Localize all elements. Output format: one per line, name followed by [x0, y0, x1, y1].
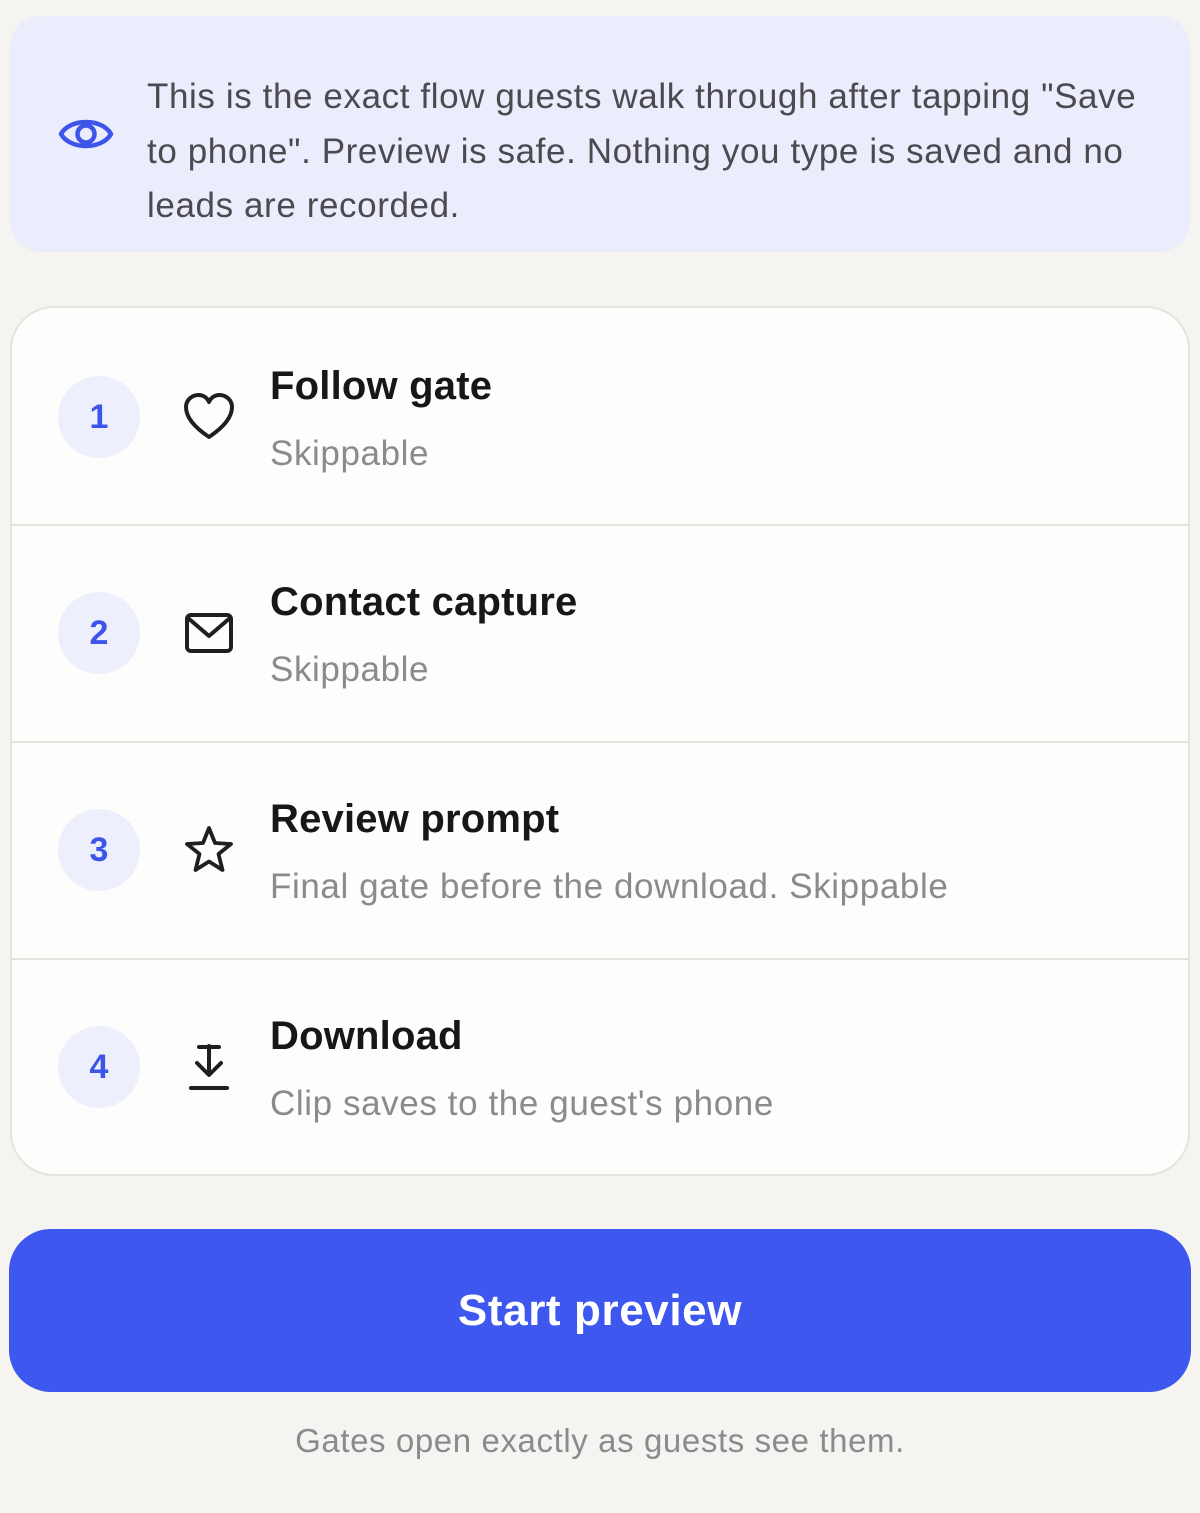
- download-icon: [189, 1044, 229, 1090]
- preview-page: This is the exact flow guests walk throu…: [0, 0, 1200, 1513]
- step-title: Download: [270, 1014, 463, 1058]
- step-description: Skippable: [270, 434, 430, 473]
- steps-list: 1 Follow gate Skippable 2 Contact captur…: [10, 306, 1190, 1176]
- list-item-step-3: 3 Review prompt Final gate before the do…: [12, 741, 1188, 958]
- step-number-badge: 3: [58, 809, 140, 891]
- step-description: Skippable: [270, 650, 430, 689]
- step-title: Review prompt: [270, 797, 560, 841]
- eye-icon: [58, 119, 114, 149]
- step-title: Contact capture: [270, 580, 578, 624]
- list-item-step-4: 4 Download Clip saves to the guest's pho…: [12, 958, 1188, 1174]
- step-number-badge: 4: [58, 1026, 140, 1108]
- step-description: Clip saves to the guest's phone: [270, 1084, 774, 1123]
- step-description: Final gate before the download. Skippabl…: [270, 867, 949, 906]
- list-item-step-1: 1 Follow gate Skippable: [12, 308, 1188, 525]
- step-number-badge: 1: [58, 376, 140, 458]
- mail-icon: [185, 613, 233, 653]
- star-icon: [185, 826, 233, 872]
- step-number-badge: 2: [58, 592, 140, 674]
- info-text: This is the exact flow guests walk throu…: [147, 77, 1137, 225]
- info-banner: This is the exact flow guests walk throu…: [10, 16, 1190, 252]
- step-title: Follow gate: [270, 364, 493, 408]
- list-item-step-2: 2 Contact capture Skippable: [12, 524, 1188, 741]
- footer-note: Gates open exactly as guests see them.: [295, 1422, 905, 1459]
- heart-icon: [184, 393, 234, 439]
- start-preview-button[interactable]: Start preview: [9, 1229, 1191, 1392]
